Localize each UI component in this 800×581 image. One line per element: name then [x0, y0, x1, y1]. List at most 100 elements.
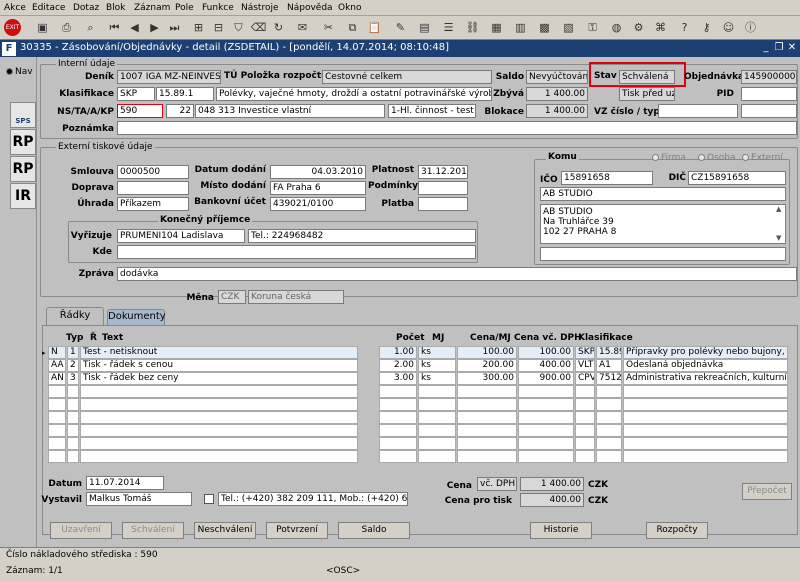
schvaleni-button[interactable]: Schválení: [122, 522, 184, 539]
potvrzeni-button[interactable]: Potvrzení: [266, 522, 328, 539]
cell-mj[interactable]: ks: [418, 346, 456, 359]
mena-field[interactable]: CZK: [218, 290, 246, 304]
empty-cell[interactable]: [575, 437, 595, 450]
uhrada-field[interactable]: Příkazem: [117, 197, 189, 211]
lock-icon[interactable]: ⚿: [584, 19, 601, 36]
rp-button-2[interactable]: RP: [10, 156, 36, 182]
menu-akce[interactable]: Akce: [4, 3, 26, 13]
empty-cell[interactable]: [80, 424, 358, 437]
clear-icon[interactable]: ⌫: [250, 19, 267, 36]
cell-cena-mj[interactable]: 100.00: [457, 346, 517, 359]
minimize-icon[interactable]: _: [760, 42, 772, 54]
empty-cell[interactable]: [623, 385, 788, 398]
calculator-icon[interactable]: ▩: [536, 19, 553, 36]
menu-pole[interactable]: Pole: [175, 3, 194, 13]
saldo-button[interactable]: Saldo: [338, 522, 410, 539]
nav-radio[interactable]: Nav: [6, 67, 33, 77]
row-indicator[interactable]: ·: [42, 414, 44, 422]
empty-cell[interactable]: [457, 398, 517, 411]
mail-icon[interactable]: ✉: [294, 19, 311, 36]
radio-firma[interactable]: Firma: [652, 153, 686, 163]
empty-cell[interactable]: [518, 411, 574, 424]
empty-cell[interactable]: [379, 411, 417, 424]
empty-cell[interactable]: [518, 385, 574, 398]
empty-cell[interactable]: [418, 411, 456, 424]
menu-funkce[interactable]: Funkce: [202, 3, 234, 13]
mena-name-field[interactable]: Koruna česká: [248, 290, 344, 304]
datum-dodani-field[interactable]: 04.03.2010: [270, 165, 366, 179]
menu-napoveda[interactable]: Nápověda: [287, 3, 333, 13]
ns-field[interactable]: 590: [117, 104, 163, 118]
restore-icon[interactable]: ❐: [773, 42, 785, 54]
grid-scrollbar[interactable]: [45, 346, 55, 464]
empty-cell[interactable]: [379, 437, 417, 450]
report-icon[interactable]: ▥: [512, 19, 529, 36]
cell-klas-type[interactable]: CPV: [575, 372, 595, 385]
empty-cell[interactable]: [596, 450, 622, 463]
empty-cell[interactable]: [418, 437, 456, 450]
zprava-field[interactable]: dodávka: [117, 267, 797, 281]
komu-extra-field[interactable]: [540, 247, 786, 261]
stav-field[interactable]: Schválená: [619, 70, 675, 84]
empty-cell[interactable]: [418, 385, 456, 398]
empty-cell[interactable]: [418, 398, 456, 411]
kde-field[interactable]: [117, 245, 476, 259]
edit-icon[interactable]: ✎: [392, 19, 409, 36]
smlouva-field[interactable]: 0000500: [117, 165, 189, 179]
empty-cell[interactable]: [67, 385, 79, 398]
menu-nastroje[interactable]: Nástroje: [241, 3, 279, 13]
refresh-icon[interactable]: ↻: [270, 19, 287, 36]
podminky-field[interactable]: [418, 181, 468, 195]
empty-cell[interactable]: [623, 398, 788, 411]
empty-cell[interactable]: [623, 437, 788, 450]
menu-okno[interactable]: Okno: [338, 3, 362, 13]
empty-cell[interactable]: [80, 398, 358, 411]
radio-externi[interactable]: Externí: [742, 153, 783, 163]
empty-cell[interactable]: [418, 450, 456, 463]
menu-blok[interactable]: Blok: [106, 3, 125, 13]
radio-osoba[interactable]: Osoba: [698, 153, 736, 163]
cell-klas-type[interactable]: VLT: [575, 359, 595, 372]
cell-pocet[interactable]: 2.00: [379, 359, 417, 372]
empty-cell[interactable]: [575, 398, 595, 411]
cell-mj[interactable]: ks: [418, 372, 456, 385]
vystavil-phone-field[interactable]: Tel.: (+420) 382 209 111, Mob.: (+420) 6…: [218, 492, 408, 506]
objednavka-field[interactable]: 1459000001: [741, 70, 797, 84]
row-indicator[interactable]: ·: [42, 453, 44, 461]
empty-cell[interactable]: [623, 424, 788, 437]
empty-cell[interactable]: [596, 437, 622, 450]
cell-r[interactable]: 2: [67, 359, 79, 372]
list-icon[interactable]: ☰: [440, 19, 457, 36]
vz-number-field[interactable]: [658, 104, 738, 118]
empty-cell[interactable]: [457, 450, 517, 463]
cell-klas-type[interactable]: SKP: [575, 346, 595, 359]
empty-cell[interactable]: [575, 424, 595, 437]
empty-cell[interactable]: [518, 437, 574, 450]
cell-cena-mj[interactable]: 200.00: [457, 359, 517, 372]
rozpocty-button[interactable]: Rozpočty: [646, 522, 708, 539]
empty-cell[interactable]: [596, 424, 622, 437]
cell-cena-dph[interactable]: 100.00: [518, 346, 574, 359]
blokace-field[interactable]: 1 400.00: [526, 104, 588, 118]
query-icon[interactable]: ⌕: [82, 19, 99, 36]
empty-cell[interactable]: [457, 411, 517, 424]
vyrizuje-field[interactable]: PRUMENI104 Ladislava: [117, 229, 245, 243]
tab-radky[interactable]: Řádky: [46, 307, 104, 325]
row-indicator[interactable]: ·: [42, 440, 44, 448]
vystavil-checkbox[interactable]: [204, 494, 214, 504]
vystavil-field[interactable]: Malkus Tomáš: [86, 492, 192, 506]
row-indicator[interactable]: ·: [42, 401, 44, 409]
menu-editace[interactable]: Editace: [32, 3, 65, 13]
empty-cell[interactable]: [575, 450, 595, 463]
rp-button-1[interactable]: RP: [10, 129, 36, 155]
last-record-icon[interactable]: ⏭: [166, 19, 183, 36]
saldo-field[interactable]: Nevyúčtováno: [526, 70, 588, 84]
empty-cell[interactable]: [518, 424, 574, 437]
address-box[interactable]: AB STUDIO Na Truhlářce 39 102 27 PRAHA 8: [540, 204, 786, 244]
zbyva-field[interactable]: 1 400.00: [526, 87, 588, 101]
filter-icon[interactable]: ⛉: [230, 19, 247, 36]
cell-pocet[interactable]: 1.00: [379, 346, 417, 359]
empty-cell[interactable]: [67, 398, 79, 411]
empty-cell[interactable]: [623, 411, 788, 424]
scroll-up-icon[interactable]: ▲: [776, 205, 781, 213]
